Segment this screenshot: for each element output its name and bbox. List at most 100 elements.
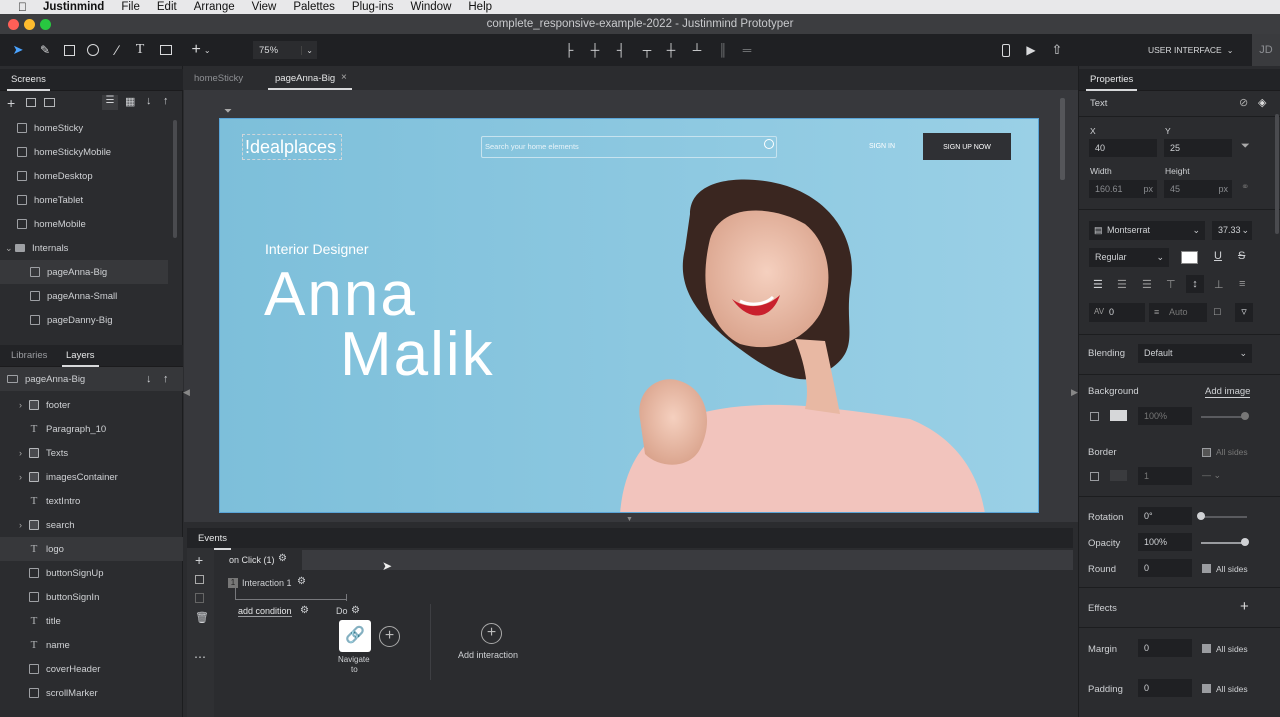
tab-libraries[interactable]: Libraries [11, 350, 47, 361]
align-left-icon[interactable]: ☰ [1093, 278, 1103, 291]
gear-icon[interactable]: ⚙ [300, 605, 309, 616]
layer-item[interactable]: TtextIntro [0, 489, 170, 513]
move-up-icon[interactable]: ↑ [163, 373, 169, 385]
align-top-icon[interactable]: ┬ [640, 42, 654, 58]
letter-spacing-input[interactable]: AV 0 [1089, 303, 1145, 322]
layer-item[interactable]: Ttitle [0, 609, 170, 633]
more-icon[interactable]: ⋯ [194, 650, 206, 664]
screen-item[interactable]: pageAnna-Small [0, 284, 170, 308]
add-event-icon[interactable]: + [195, 552, 203, 568]
chevron-right-icon[interactable]: › [19, 448, 29, 458]
menu-plugins[interactable]: Plug-ins [352, 1, 394, 13]
padding-input[interactable]: 0 [1138, 679, 1192, 697]
menu-palettes[interactable]: Palettes [293, 1, 335, 13]
blending-select[interactable]: Default ⌄ [1138, 344, 1252, 363]
width-input[interactable]: 160.61 px [1089, 180, 1157, 198]
valign-middle-icon[interactable]: ↕ [1186, 275, 1204, 293]
rotation-slider[interactable] [1201, 516, 1247, 518]
screens-scrollbar[interactable] [173, 120, 177, 238]
zoom-window-button[interactable] [40, 19, 51, 30]
logo-text[interactable]: !dealplaces [242, 134, 342, 160]
text-color-swatch[interactable] [1181, 251, 1198, 264]
text-autofit-icon[interactable]: ▿ [1235, 303, 1253, 322]
layers-root[interactable]: pageAnna-Big ↓ ↑ [0, 367, 183, 391]
layer-item[interactable]: buttonSignUp [0, 561, 170, 585]
delete-event-icon[interactable]: 🗑 [195, 611, 209, 624]
layer-item[interactable]: coverHeader [0, 657, 170, 681]
chevron-right-icon[interactable]: › [19, 520, 29, 530]
link-ratio-icon[interactable]: ⚭ [1241, 182, 1249, 193]
screen-item[interactable]: homeDesktop [0, 164, 170, 188]
chevron-down-icon[interactable]: ⌄ [5, 243, 15, 254]
layer-item[interactable]: Tname [0, 633, 170, 657]
line-height-input[interactable]: ≡ Auto [1149, 303, 1207, 322]
add-folder-icon[interactable] [44, 98, 55, 107]
menu-file[interactable]: File [121, 1, 140, 13]
align-left-icon[interactable]: ├ [562, 42, 576, 58]
collapse-right-icon[interactable]: ▶ [1071, 387, 1078, 398]
text-frame-icon[interactable]: □ [1214, 306, 1221, 318]
layer-item[interactable]: › imagesContainer [0, 465, 170, 489]
font-family-select[interactable]: ▤ Montserrat ⌄ [1089, 221, 1205, 240]
move-down-icon[interactable]: ↓ [146, 95, 152, 107]
tab-homesticky[interactable]: homeSticky [194, 73, 243, 84]
margin-input[interactable]: 0 [1138, 639, 1192, 657]
add-image-link[interactable]: Add image [1205, 386, 1251, 398]
sign-in-link[interactable]: SIGN IN [869, 143, 895, 150]
screen-item[interactable]: homeSticky [0, 116, 170, 140]
play-simulate-icon[interactable]: ▶ [1024, 42, 1038, 58]
rotation-input[interactable]: 0° [1138, 507, 1192, 525]
tab-properties[interactable]: Properties [1085, 74, 1138, 91]
background-opacity-input[interactable]: 100% [1138, 407, 1192, 425]
align-right-icon[interactable]: ┤ [614, 42, 628, 58]
pin-icon[interactable]: ⏷ [1241, 140, 1250, 153]
tab-layers[interactable]: Layers [62, 350, 98, 367]
menu-view[interactable]: View [252, 1, 277, 13]
layer-item[interactable]: Tlogo [0, 537, 183, 561]
layer-item[interactable]: › search [0, 513, 170, 537]
layer-item[interactable]: scrollMarker [0, 681, 170, 705]
select-tool-icon[interactable]: ➤ [8, 42, 28, 58]
screen-item[interactable]: pageAnna-Big [0, 260, 168, 284]
border-all-sides-checkbox[interactable] [1202, 448, 1211, 457]
width-unit[interactable]: px [1143, 180, 1153, 198]
distribute-horizontal-icon[interactable]: ║ [716, 42, 730, 58]
close-icon[interactable]: × [341, 72, 347, 83]
border-style-select[interactable]: — ⌄ [1202, 470, 1232, 482]
opacity-input[interactable]: 100% [1138, 533, 1192, 551]
layer-item[interactable]: T Paragraph_10 [0, 417, 170, 441]
menu-arrange[interactable]: Arrange [194, 1, 235, 13]
image-tool-icon[interactable] [159, 42, 173, 58]
add-interaction-label[interactable]: Add interaction [458, 650, 518, 660]
collapse-left-icon[interactable]: ◀ [183, 387, 190, 398]
add-effect-icon[interactable]: + [1240, 598, 1249, 615]
share-export-icon[interactable]: ⇧ [1050, 42, 1064, 58]
x-input[interactable]: 40 [1089, 139, 1157, 157]
screen-item[interactable]: homeTablet [0, 188, 170, 212]
screen-item[interactable]: homeStickyMobile [0, 140, 170, 164]
search-field[interactable]: Search your home elements [481, 136, 777, 158]
tab-pageanna-big[interactable]: pageAnna-Big × [268, 66, 352, 90]
app-menu[interactable]: Justinmind [43, 1, 104, 13]
underline-icon[interactable]: U [1214, 250, 1222, 262]
background-color-swatch[interactable] [1110, 410, 1127, 421]
layer-item[interactable]: › footer [0, 393, 170, 417]
padding-all-sides-checkbox[interactable] [1202, 684, 1211, 693]
gear-icon[interactable]: ⚙ [351, 605, 360, 616]
screen-item[interactable]: pageDanny-Big [0, 308, 170, 332]
align-center-icon[interactable]: ┼ [588, 42, 602, 58]
align-middle-icon[interactable]: ┼ [664, 42, 678, 58]
menu-window[interactable]: Window [410, 1, 451, 13]
paste-event-icon[interactable] [195, 593, 204, 603]
pin-icon[interactable]: ⏷ [224, 106, 232, 117]
copy-event-icon[interactable] [195, 575, 204, 584]
screen-item[interactable]: homeMobile [0, 212, 170, 236]
move-down-icon[interactable]: ↓ [146, 373, 152, 385]
slider-knob[interactable] [1241, 538, 1249, 546]
interaction-label[interactable]: Interaction 1 [242, 578, 292, 588]
line-tool-icon[interactable]: ∕ [110, 42, 124, 58]
zoom-select[interactable]: 75% ⌄ [253, 41, 317, 59]
add-action-icon[interactable]: + [379, 626, 400, 647]
menu-help[interactable]: Help [468, 1, 492, 13]
close-window-button[interactable] [8, 19, 19, 30]
